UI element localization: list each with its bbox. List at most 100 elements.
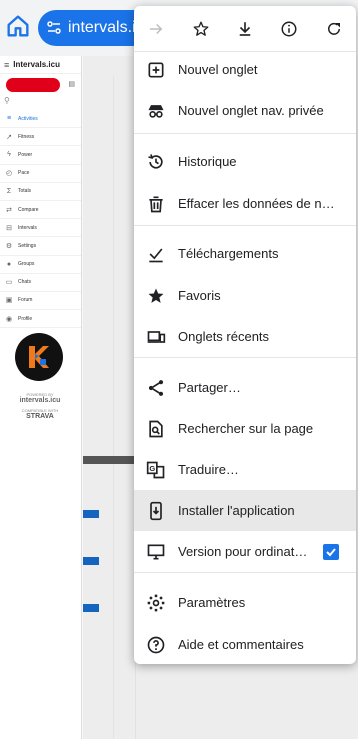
list-icon: ≡ xyxy=(6,115,12,123)
translate-icon: G xyxy=(134,460,178,480)
menu-item-incognito[interactable]: Nouvel onglet nav. privée xyxy=(134,90,356,131)
menu-item-history[interactable]: Historique xyxy=(134,141,356,182)
sidebar-item-compare[interactable]: ⇄ Compare xyxy=(0,201,81,220)
find-in-page-icon xyxy=(134,419,178,439)
menu-item-label: Effacer les données de navi… xyxy=(178,196,338,211)
group-icon: ● xyxy=(6,260,12,268)
menu-divider xyxy=(134,572,356,573)
app-logo xyxy=(15,333,63,381)
menu-item-label: Nouvel onglet xyxy=(178,62,258,77)
menu-item-label: Traduire… xyxy=(178,462,239,477)
menu-item-desktop[interactable]: Version pour ordinat… xyxy=(134,531,356,572)
new-tab-icon xyxy=(134,60,178,80)
menu-item-label: Favoris xyxy=(178,288,221,303)
intervals-icon: ⊟ xyxy=(6,224,12,232)
star-icon xyxy=(134,286,178,306)
calendar-chip xyxy=(83,510,99,518)
app-sidebar: ≡ Intervals.icu ▤ ⚲ ≡ Activities ↗ Fitness ϟ… xyxy=(0,56,82,739)
sidebar-item-label: Intervals xyxy=(18,224,37,231)
sidebar-item-label: Profile xyxy=(18,315,33,322)
site-settings-icon[interactable] xyxy=(46,20,62,36)
sidebar-item-settings[interactable]: ⚙ Settings xyxy=(0,237,81,256)
sidebar-item-intervals[interactable]: ⊟ Intervals xyxy=(0,219,81,238)
menu-item-help[interactable]: Aide et commentaires xyxy=(134,624,356,665)
info-icon[interactable] xyxy=(267,6,311,52)
install-app-icon xyxy=(134,501,178,521)
download-icon[interactable] xyxy=(223,6,267,52)
menu-item-label: Version pour ordinat… xyxy=(178,544,308,559)
bolt-icon: ϟ xyxy=(7,151,11,159)
sidebar-item-label: Compare xyxy=(18,206,39,213)
document-icon: ▤ xyxy=(68,81,75,88)
help-icon xyxy=(134,635,178,655)
reload-icon[interactable] xyxy=(312,6,356,52)
sidebar-item-power[interactable]: ϟ Power xyxy=(0,146,81,165)
calendar-chip xyxy=(83,604,99,612)
forward-icon[interactable] xyxy=(134,6,178,52)
menu-item-devices[interactable]: Onglets récents xyxy=(134,316,356,357)
chat-icon: ▭ xyxy=(5,279,13,287)
forum-icon: ▣ xyxy=(5,297,13,305)
menu-divider xyxy=(134,133,356,134)
bookmark-star-icon[interactable] xyxy=(178,6,222,52)
gear-icon xyxy=(134,593,178,613)
browser-overflow-menu: Nouvel onglet Nouvel onglet nav. privée Hi… xyxy=(134,6,356,664)
menu-item-label: Paramètres xyxy=(178,595,246,610)
menu-item-star[interactable]: Favoris xyxy=(134,275,356,316)
search-icon[interactable]: ⚲ xyxy=(0,96,81,110)
menu-divider xyxy=(134,225,356,226)
sidebar-item-label: Chats xyxy=(18,279,32,286)
menu-item-new-tab[interactable]: Nouvel onglet xyxy=(134,49,356,90)
share-icon xyxy=(134,378,178,398)
menu-item-label: Onglets récents xyxy=(178,329,270,344)
sidebar-item-totals[interactable]: Σ Totals xyxy=(0,183,81,201)
devices-icon xyxy=(134,327,178,347)
menu-item-label: Partager… xyxy=(178,380,241,395)
profile-icon: ◉ xyxy=(5,315,13,323)
menu-item-find-in-page[interactable]: Rechercher sur la page xyxy=(134,408,356,449)
app-title: Intervals.icu xyxy=(13,60,60,69)
sidebar-item-label: Pace xyxy=(18,170,30,177)
home-icon[interactable] xyxy=(4,12,32,40)
sum-icon: Σ xyxy=(6,187,12,195)
sidebar-item-activities[interactable]: ≡ Activities xyxy=(0,110,81,129)
desktop-site-checkbox[interactable] xyxy=(323,543,339,560)
menu-item-label: Nouvel onglet nav. privée xyxy=(178,103,324,118)
strava-logo: STRAVA xyxy=(26,413,54,420)
sidebar-item-label: Totals xyxy=(18,188,32,195)
sidebar-item-label: Activities xyxy=(18,115,38,122)
menu-item-trash[interactable]: Effacer les données de navi… xyxy=(134,183,356,224)
sidebar-item-label: Power xyxy=(18,151,33,158)
sidebar-item-profile[interactable]: ◉ Profile xyxy=(0,310,81,329)
menu-item-install-app[interactable]: Installer l'application xyxy=(134,490,356,531)
sidebar-item-label: Forum xyxy=(18,297,33,304)
stopwatch-icon: ◴ xyxy=(5,170,13,178)
compare-icon: ⇄ xyxy=(6,206,12,214)
sidebar-item-fitness[interactable]: ↗ Fitness xyxy=(0,128,81,147)
sidebar-item-label: Fitness xyxy=(18,133,35,140)
sidebar-item-groups[interactable]: ● Groups xyxy=(0,256,81,274)
menu-item-translate[interactable]: G Traduire… xyxy=(134,449,356,490)
sidebar-item-pace[interactable]: ◴ Pace xyxy=(0,165,81,183)
sidebar-item-forum[interactable]: ▣ Forum xyxy=(0,292,81,311)
calendar-summary-bar xyxy=(83,456,135,464)
incognito-icon xyxy=(134,101,178,121)
sidebar-item-label: Groups xyxy=(18,261,35,268)
menu-item-gear[interactable]: Paramètres xyxy=(134,582,356,623)
calendar-chip xyxy=(83,557,99,565)
menu-item-label: Installer l'application xyxy=(178,503,295,518)
app-header: ≡ Intervals.icu xyxy=(0,56,81,74)
menu-item-label: Aide et commentaires xyxy=(178,637,304,652)
sidebar-item-label: Settings xyxy=(18,242,37,249)
trend-icon: ↗ xyxy=(6,133,12,141)
user-row[interactable]: ▤ xyxy=(0,74,81,96)
menu-item-share[interactable]: Partager… xyxy=(134,367,356,408)
history-icon xyxy=(134,152,178,172)
gear-icon: ⚙ xyxy=(5,242,13,250)
menu-item-downloads[interactable]: Téléchargements xyxy=(134,233,356,274)
menu-icon[interactable]: ≡ xyxy=(4,60,9,70)
menu-item-label: Rechercher sur la page xyxy=(178,421,314,436)
menu-item-label: Téléchargements xyxy=(178,246,279,261)
sidebar-item-chats[interactable]: ▭ Chats xyxy=(0,274,81,292)
svg-text:G: G xyxy=(149,463,155,472)
